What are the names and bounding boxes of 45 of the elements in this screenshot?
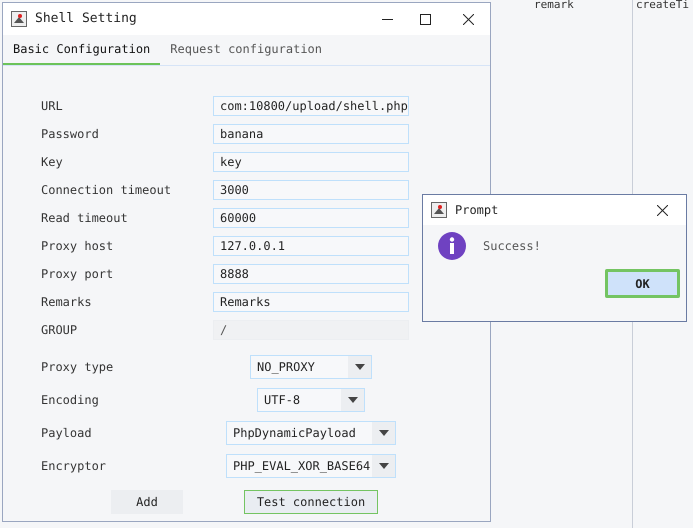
input-field[interactable]: com:10800/upload/shell.php — [213, 96, 409, 116]
column-header: createTi — [636, 0, 689, 12]
caret-icon — [378, 430, 388, 436]
window-title: Shell Setting — [35, 10, 137, 28]
info-icon — [437, 231, 467, 261]
field-label: Proxy type — [41, 358, 114, 376]
input-field[interactable]: 3000 — [213, 180, 409, 200]
field-label: Payload — [41, 424, 93, 442]
input-field[interactable]: 8888 — [213, 264, 409, 284]
app-icon — [431, 202, 447, 218]
field-label: Proxy host — [41, 238, 114, 255]
field-label: Read timeout — [41, 210, 129, 227]
app-icon — [11, 11, 27, 27]
field-label: Proxy port — [41, 266, 114, 283]
dropdown[interactable]: PhpDynamicPayload — [226, 420, 396, 444]
field-label: Connection timeout — [41, 182, 172, 199]
input-field[interactable]: banana — [213, 124, 409, 144]
tab[interactable]: Basic Configuration — [3, 35, 160, 65]
input-field[interactable]: Remarks — [213, 292, 409, 312]
field-label: Key — [41, 154, 64, 171]
caret-icon — [378, 462, 388, 468]
tab[interactable]: Request configuration — [160, 35, 332, 65]
button[interactable]: Test connection — [244, 490, 378, 514]
dropdown[interactable]: UTF-8 — [257, 388, 365, 412]
dialog-title: Prompt — [455, 202, 498, 219]
field-label: Remarks — [41, 294, 93, 311]
close-icon[interactable] — [463, 14, 474, 24]
dropdown[interactable]: NO_PROXY — [250, 354, 372, 378]
field-label: Encoding — [41, 392, 100, 408]
input-field[interactable]: 60000 — [213, 208, 409, 228]
dropdown[interactable]: PHP_EVAL_XOR_BASE64 — [226, 454, 396, 478]
maximize-icon[interactable] — [420, 14, 431, 24]
input-field[interactable]: 127.0.0.1 — [213, 236, 409, 256]
message-text: Success! — [483, 238, 541, 255]
input-field[interactable]: key — [213, 152, 409, 172]
field-label: Encryptor — [41, 458, 108, 474]
ok-button[interactable]: OK — [605, 269, 680, 298]
close-icon[interactable] — [657, 204, 668, 216]
field-label: Password — [41, 126, 100, 143]
button[interactable]: Add — [111, 490, 183, 514]
caret-icon — [354, 364, 364, 370]
field-label: URL — [41, 98, 64, 115]
column-header: remark — [534, 0, 575, 12]
field-label: GROUP — [41, 322, 78, 339]
caret-icon — [348, 396, 358, 402]
